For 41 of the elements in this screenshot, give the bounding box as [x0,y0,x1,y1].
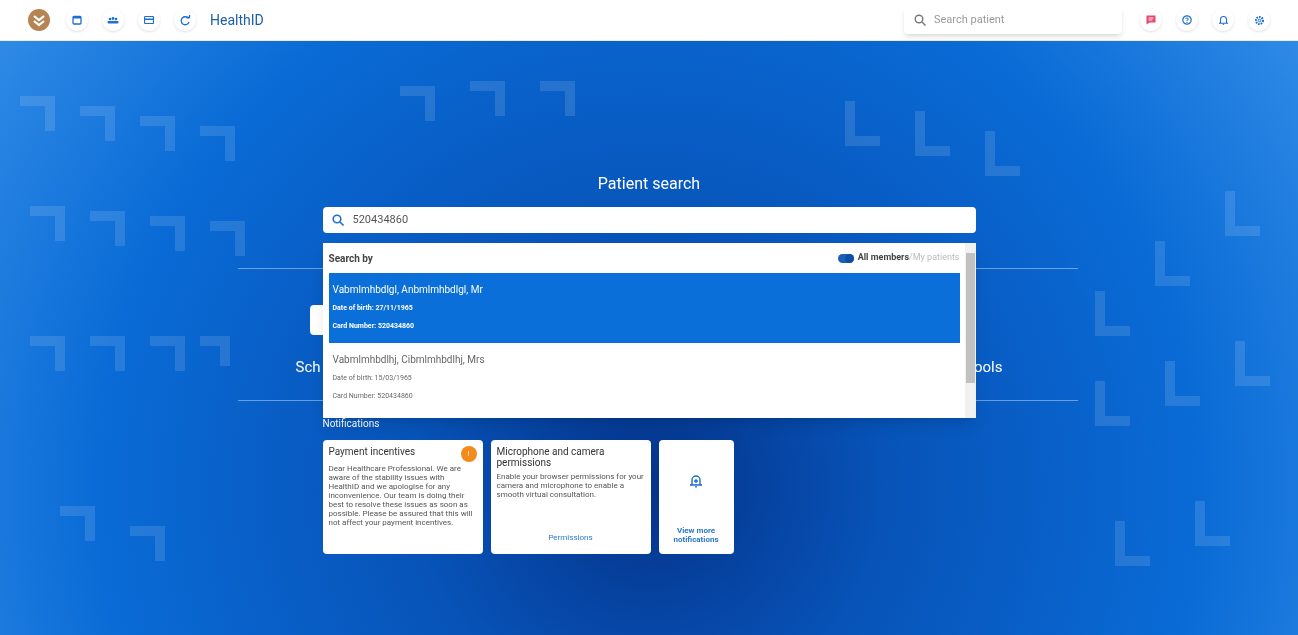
card-title: Microphone and camera permissions [496,446,606,468]
search-field[interactable]: Search patient [904,6,1122,34]
calendar-icon [72,15,82,25]
help-button[interactable] [1176,9,1198,31]
card-text: Dear Healthcare Professional. We are aware of the stability issues with HealthID and we apologise for any inconvenience. Our team is doing their best to resolve these issues as soon as possible. Please be assured that this will not affect your payment incentives. [328,464,474,527]
search-input[interactable]: Search patient [934,11,1112,29]
section-label: Notifications [322,418,381,430]
chat-icon [1146,15,1156,25]
patient-name: Vabmlmhbdlhj, Cibmlmhbdlhj, Mrs [332,355,486,365]
bell-icon [1218,15,1228,25]
refresh-icon [179,14,191,26]
search-icon [331,214,344,226]
logo-icon[interactable] [28,9,50,31]
search-field[interactable]: 520434860 [322,207,976,233]
messages-button[interactable] [1140,9,1162,31]
alert-badge: ! [460,446,477,462]
group-button[interactable] [102,9,124,31]
tile-label[interactable]: Sch [295,356,321,379]
card-text: Enable your browser permissions for your camera and microphone to enable a smooth virtual consultation. [496,472,645,499]
search-icon [914,14,926,26]
toggle-label: All members/My patients [857,251,960,265]
notifications-button[interactable] [1212,9,1234,31]
settings-button[interactable] [1248,9,1270,31]
card-title: Payment incentives [328,446,416,458]
people-icon [107,16,119,24]
page-title: Patient search [596,174,702,194]
scrollbar[interactable] [964,243,976,418]
permissions-link[interactable]: Permissions [548,532,593,544]
patient-name: Vabmlmhbdlgl, Anbmlmhbdlgl, Mr [332,285,484,295]
help-icon [1182,15,1192,25]
settings-icon [1253,14,1265,26]
card-icon [144,16,154,24]
dropdown-heading: Search by [328,251,373,266]
bell-plus-icon [690,474,702,488]
refresh-button[interactable] [174,9,196,31]
view-more-link[interactable]: View more notifications [658,526,734,544]
calendar-button[interactable] [66,9,88,31]
toggle-switch[interactable] [837,253,854,263]
app-title: HealthID [210,10,264,30]
search-input[interactable]: 520434860 [352,211,967,229]
card-button[interactable] [138,9,160,31]
